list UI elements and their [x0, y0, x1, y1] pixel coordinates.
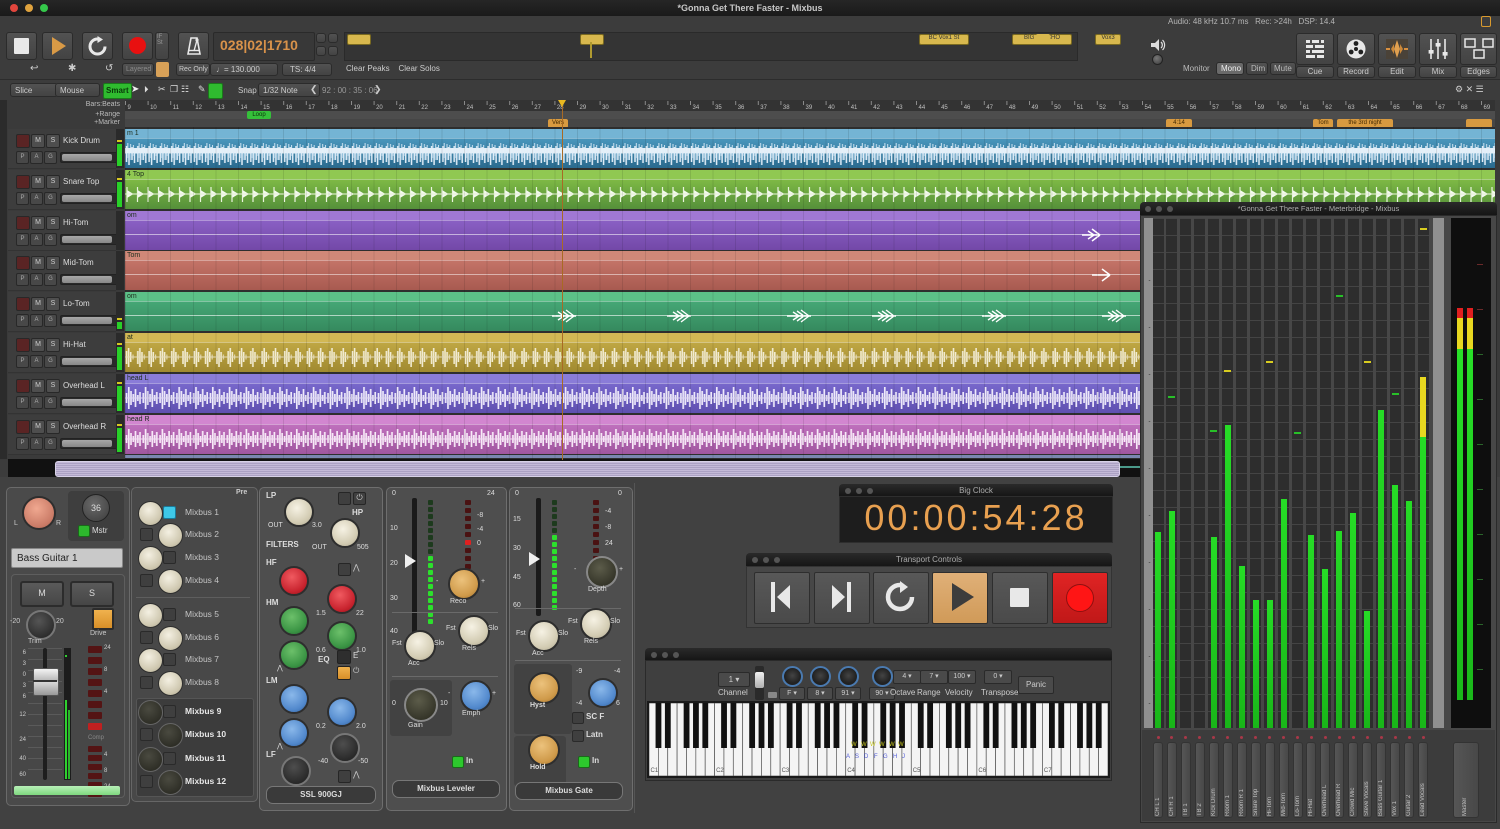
svg-text:C2: C2	[716, 768, 724, 774]
svg-text:C4: C4	[847, 768, 855, 774]
svg-text:C5: C5	[913, 768, 921, 774]
svg-text:C1: C1	[651, 768, 659, 774]
svg-text:C3: C3	[782, 768, 790, 774]
svg-text:C6: C6	[978, 768, 986, 774]
svg-text:C7: C7	[1044, 768, 1052, 774]
